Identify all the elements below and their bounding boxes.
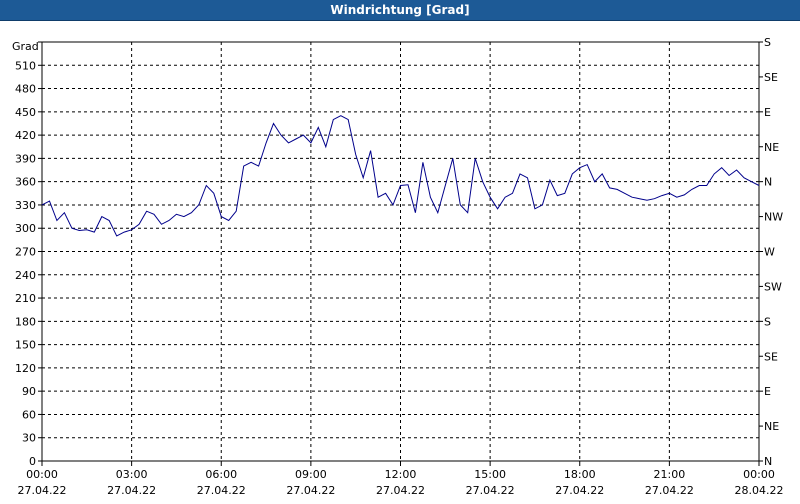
chart-title: Windrichtung [Grad] <box>330 3 470 17</box>
y-tick-label: 270 <box>15 246 36 259</box>
right-tick-label: SE <box>764 71 778 84</box>
x-tick-date-label: 27.04.22 <box>555 484 604 497</box>
right-tick-label: W <box>764 246 775 259</box>
right-tick-label: N <box>764 455 772 468</box>
right-tick-label: S <box>764 36 771 49</box>
right-tick-label: NE <box>764 420 779 433</box>
wind-direction-chart: 0 30 60 90 120 150 180 210 240 270 300 330 360 390 420… <box>12 36 784 497</box>
x-tick-date-label: 27.04.22 <box>645 484 694 497</box>
y-tick-label: 240 <box>15 269 36 282</box>
x-tick-date-label: 27.04.22 <box>286 484 335 497</box>
x-tick-time-label: 03:00 <box>116 468 148 481</box>
x-tick-date-label: 27.04.22 <box>466 484 515 497</box>
y-tick-label: 0 <box>29 455 36 468</box>
right-tick-label: E <box>764 106 771 119</box>
chart-title-bar: Windrichtung [Grad] <box>0 0 800 21</box>
x-tick-time-label: 21:00 <box>654 468 686 481</box>
y-tick-label: 480 <box>15 83 36 96</box>
y-tick-label: 150 <box>15 339 36 352</box>
x-tick-date-label: 27.04.22 <box>18 484 67 497</box>
y-tick-label: 390 <box>15 152 36 165</box>
right-tick-label: S <box>764 315 771 328</box>
y-tick-label: 300 <box>15 222 36 235</box>
y-tick-label: 120 <box>15 362 36 375</box>
x-tick-time-label: 09:00 <box>295 468 327 481</box>
x-tick-date-label: 27.04.22 <box>197 484 246 497</box>
y-axis-label: Grad <box>12 40 39 53</box>
right-tick-label: NW <box>764 211 783 224</box>
x-tick-time-label: 18:00 <box>564 468 596 481</box>
x-tick-time-label: 00:00 <box>26 468 58 481</box>
y-tick-label: 360 <box>15 176 36 189</box>
x-tick-time-label: 00:00 <box>743 468 775 481</box>
y-tick-label: 510 <box>15 59 36 72</box>
y-tick-label: 90 <box>22 385 36 398</box>
x-tick-date-label: 28.04.22 <box>735 484 784 497</box>
x-tick-time-label: 15:00 <box>474 468 506 481</box>
grid-lines <box>42 42 759 461</box>
y-tick-label: 30 <box>22 432 36 445</box>
y-tick-label: 330 <box>15 199 36 212</box>
x-tick-date-label: 27.04.22 <box>376 484 425 497</box>
chart-area: 0 30 60 90 120 150 180 210 240 270 300 330 360 390 420… <box>0 21 800 500</box>
y-axis: 0 30 60 90 120 150 180 210 240 270 300 330 360 390 420… <box>15 41 42 468</box>
right-tick-label: NE <box>764 141 779 154</box>
y-tick-label: 60 <box>22 408 36 421</box>
x-tick-time-label: 06:00 <box>205 468 237 481</box>
right-axis: N NE E SE S SW W NW N NE E SE S <box>759 36 783 468</box>
right-tick-label: SW <box>764 280 782 293</box>
y-tick-label: 420 <box>15 129 36 142</box>
right-tick-label: N <box>764 176 772 189</box>
right-tick-label: SE <box>764 350 778 363</box>
y-tick-label: 450 <box>15 106 36 119</box>
right-tick-label: E <box>764 385 771 398</box>
y-tick-label: 180 <box>15 315 36 328</box>
y-tick-label: 210 <box>15 292 36 305</box>
x-axis: 00:00 27.04.22 03:00 27.04.22 06:00 27.04.22 0… <box>18 461 784 497</box>
x-tick-time-label: 12:00 <box>385 468 417 481</box>
x-tick-date-label: 27.04.22 <box>107 484 156 497</box>
